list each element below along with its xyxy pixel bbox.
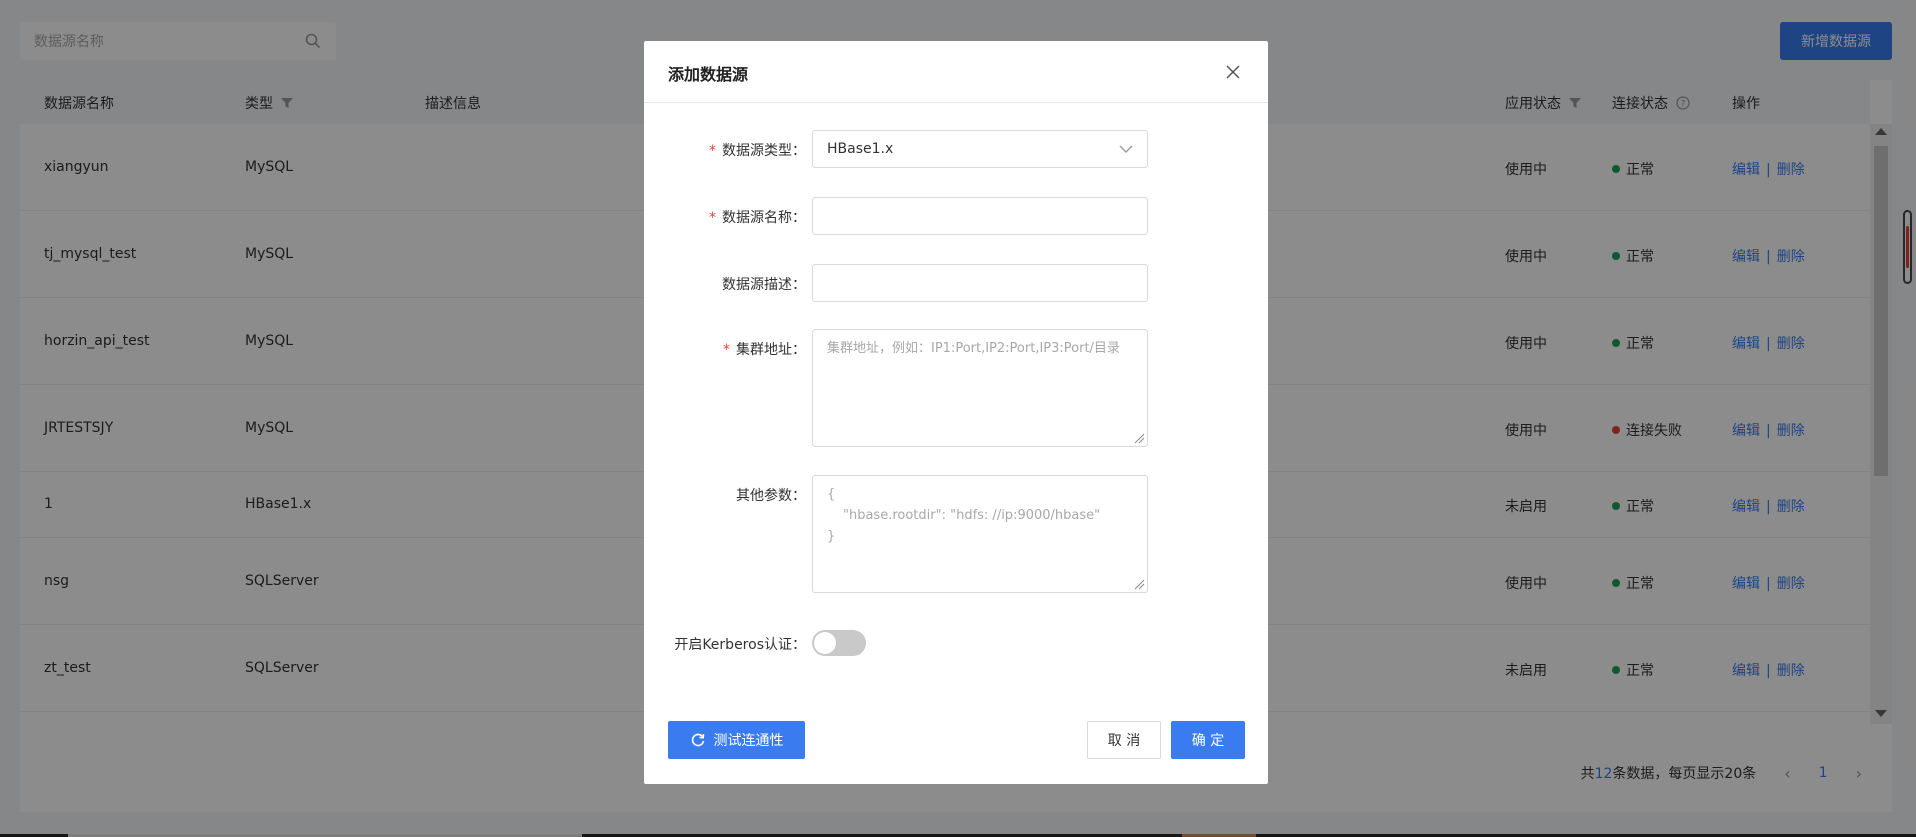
datasource-desc-input[interactable]: [812, 264, 1148, 302]
dialog-title: 添加数据源: [668, 65, 749, 84]
toggle-knob: [814, 632, 836, 654]
field-label-kerberos: 开启Kerberos认证：: [674, 637, 806, 653]
test-connection-button[interactable]: 测试连通性: [668, 721, 805, 759]
close-icon[interactable]: [1224, 63, 1242, 81]
datasource-name-input[interactable]: [812, 197, 1148, 235]
refresh-icon: [691, 733, 704, 747]
field-label-params: 其他参数：: [736, 488, 806, 504]
datasource-type-select[interactable]: HBase1.x: [812, 130, 1148, 168]
resize-handle-icon[interactable]: [1133, 432, 1145, 444]
field-label-desc: 数据源描述：: [722, 277, 806, 293]
dialog-header: 添加数据源: [644, 41, 1268, 103]
cancel-button[interactable]: 取 消: [1087, 721, 1161, 759]
field-label-type: * 数据源类型：: [709, 143, 806, 159]
field-label-cluster: * 集群地址：: [723, 342, 806, 358]
cluster-address-textarea[interactable]: 集群地址，例如：IP1:Port,IP2:Port,IP3:Port/目录: [812, 329, 1148, 447]
resize-handle-icon[interactable]: [1133, 578, 1145, 590]
test-connection-label: 测试连通性: [713, 733, 784, 749]
chevron-down-icon: [1119, 145, 1133, 153]
params-line-3: }: [827, 529, 836, 544]
cluster-placeholder: 集群地址，例如：IP1:Port,IP2:Port,IP3:Port/目录: [827, 341, 1120, 356]
kerberos-toggle[interactable]: [812, 630, 866, 656]
confirm-button[interactable]: 确 定: [1171, 721, 1245, 759]
params-line-1: {: [827, 487, 836, 502]
select-value: HBase1.x: [827, 141, 894, 157]
params-line-2: "hbase.rootdir": "hdfs: //ip:9000/hbase": [843, 508, 1101, 523]
other-params-textarea[interactable]: { "hbase.rootdir": "hdfs: //ip:9000/hbas…: [812, 475, 1148, 593]
add-datasource-dialog: 添加数据源 * 数据源类型： HBase1.x * 数据源名称： 数据源描述： * 集…: [644, 41, 1268, 784]
field-label-name: * 数据源名称：: [709, 210, 806, 226]
